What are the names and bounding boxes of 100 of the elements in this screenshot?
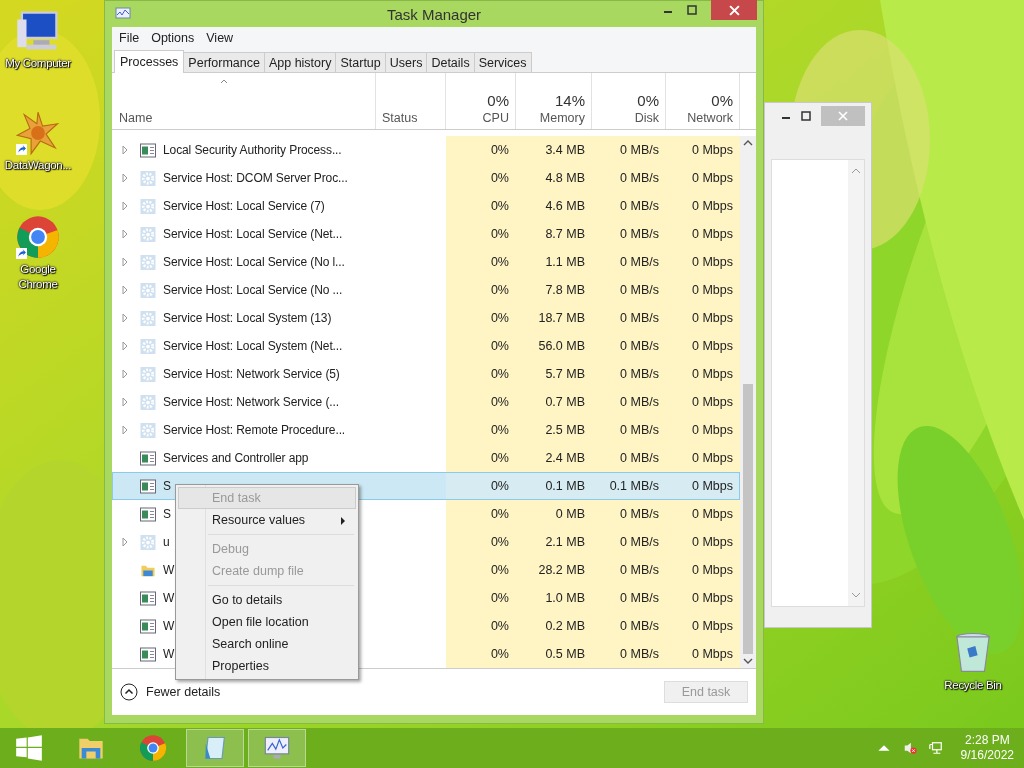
- table-cell: 0%: [446, 472, 516, 500]
- menu-item[interactable]: File: [114, 31, 145, 45]
- expand-arrow-icon[interactable]: [122, 285, 128, 295]
- scrollbar[interactable]: [740, 136, 756, 668]
- scroll-down-icon[interactable]: [743, 658, 753, 664]
- chrome-icon[interactable]: [15, 214, 61, 260]
- table-cell: 0 MB/s: [592, 136, 666, 164]
- table-cell: 4.6 MB: [516, 192, 592, 220]
- windows-logo-icon: [15, 734, 43, 762]
- table-cell: 1.1 MB: [516, 248, 592, 276]
- process-name[interactable]: Service Host: Local Service (Net...: [163, 227, 343, 241]
- scroll-up-icon[interactable]: [743, 140, 753, 146]
- menu-item[interactable]: Open file location: [178, 611, 356, 633]
- tab[interactable]: App history: [263, 52, 337, 72]
- process-name[interactable]: W: [163, 619, 175, 633]
- table-cell: 1.0 MB: [516, 584, 592, 612]
- taskbar-button[interactable]: [248, 729, 306, 767]
- tab[interactable]: Services: [473, 52, 532, 72]
- process-name[interactable]: Service Host: Local Service (No ...: [163, 283, 343, 297]
- process-name[interactable]: Service Host: Local System (13): [163, 311, 332, 325]
- column-total: 0%: [637, 92, 659, 109]
- column-header[interactable]: Disk: [634, 111, 659, 125]
- table-cell: 0 MB/s: [592, 416, 666, 444]
- expand-arrow-icon[interactable]: [122, 425, 128, 435]
- process-name[interactable]: Local Security Authority Process...: [163, 143, 342, 157]
- menu-item[interactable]: Resource values: [178, 509, 356, 531]
- maximize-icon[interactable]: [801, 111, 811, 121]
- expand-arrow-icon[interactable]: [122, 369, 128, 379]
- column-header[interactable]: CPU: [482, 111, 509, 125]
- process-name[interactable]: Service Host: Network Service (...: [163, 395, 339, 409]
- expand-arrow-icon[interactable]: [122, 201, 128, 211]
- table-cell: 3.4 MB: [516, 136, 592, 164]
- window-icon: [140, 450, 156, 466]
- collapse-icon[interactable]: [120, 683, 138, 701]
- process-name[interactable]: Service Host: Local Service (No l...: [163, 255, 345, 269]
- menu-item[interactable]: Go to details: [178, 589, 356, 611]
- table-cell: 0%: [446, 248, 516, 276]
- maximize-icon[interactable]: [687, 5, 697, 15]
- network-icon[interactable]: [928, 741, 943, 755]
- table-cell: 0%: [446, 612, 516, 640]
- table-cell: 0.5 MB: [516, 640, 592, 668]
- menu-item[interactable]: View: [201, 31, 239, 45]
- expand-arrow-icon[interactable]: [122, 537, 128, 547]
- menu-item[interactable]: Properties: [178, 655, 356, 677]
- scroll-thumb[interactable]: [743, 384, 753, 654]
- tab[interactable]: Performance: [183, 52, 265, 72]
- tab[interactable]: Startup: [335, 52, 386, 72]
- expand-arrow-icon[interactable]: [122, 173, 128, 183]
- expand-arrow-icon[interactable]: [122, 313, 128, 323]
- table-cell: 0 Mbps: [666, 136, 740, 164]
- process-name[interactable]: Service Host: Local System (Net...: [163, 339, 343, 353]
- tab[interactable]: Details: [426, 52, 475, 72]
- window-icon: [140, 590, 156, 606]
- fewer-details-link[interactable]: Fewer details: [120, 683, 221, 701]
- table-cell: 0%: [446, 528, 516, 556]
- process-name[interactable]: Service Host: DCOM Server Proc...: [163, 171, 348, 185]
- table-cell: 0 MB/s: [592, 584, 666, 612]
- expand-arrow-icon[interactable]: [122, 229, 128, 239]
- column-header[interactable]: Network: [687, 111, 733, 125]
- process-name[interactable]: S: [163, 507, 171, 521]
- column-header[interactable]: Status: [382, 111, 439, 125]
- expand-arrow-icon[interactable]: [122, 341, 128, 351]
- column-header[interactable]: Memory: [539, 111, 585, 125]
- table-cell: 0 Mbps: [666, 584, 740, 612]
- expand-arrow-icon[interactable]: [122, 257, 128, 267]
- process-name[interactable]: W: [163, 563, 175, 577]
- menu-item[interactable]: Options: [146, 31, 200, 45]
- monitor-chart-icon: [263, 734, 291, 762]
- process-name[interactable]: W: [163, 647, 175, 661]
- process-name[interactable]: Service Host: Remote Procedure...: [163, 423, 346, 437]
- table-cell: 2.1 MB: [516, 528, 592, 556]
- table-cell: 0 Mbps: [666, 444, 740, 472]
- process-name[interactable]: Services and Controller app: [163, 451, 309, 465]
- table-cell: 0.1 MB/s: [592, 472, 666, 500]
- column-total: 0%: [487, 92, 509, 109]
- table-cell: 0%: [446, 220, 516, 248]
- process-name[interactable]: W: [163, 591, 175, 605]
- table-cell: 0 MB/s: [592, 640, 666, 668]
- expand-arrow-icon[interactable]: [122, 397, 128, 407]
- muted-speaker-icon[interactable]: [902, 741, 917, 755]
- process-name[interactable]: Service Host: Local Service (7): [163, 199, 325, 213]
- table-cell: 0 Mbps: [666, 164, 740, 192]
- tab[interactable]: Processes: [114, 50, 185, 73]
- expand-arrow-icon[interactable]: [122, 145, 128, 155]
- tab[interactable]: Users: [384, 52, 428, 72]
- menu-item[interactable]: Search online: [178, 633, 356, 655]
- table-cell: 0%: [446, 304, 516, 332]
- table-cell: 28.2 MB: [516, 556, 592, 584]
- process-name[interactable]: S: [163, 479, 171, 493]
- column-header[interactable]: Name: [119, 111, 369, 125]
- table-cell: 0%: [446, 388, 516, 416]
- table-cell: 0 Mbps: [666, 276, 740, 304]
- table-cell: 0 Mbps: [666, 612, 740, 640]
- table-cell: 4.8 MB: [516, 164, 592, 192]
- window-icon: [140, 618, 156, 634]
- close-button[interactable]: [711, 0, 757, 20]
- process-name[interactable]: Service Host: Network Service (5): [163, 367, 340, 381]
- taskbar-button[interactable]: [186, 729, 244, 767]
- process-name[interactable]: u: [163, 535, 170, 549]
- table-cell: 0%: [446, 584, 516, 612]
